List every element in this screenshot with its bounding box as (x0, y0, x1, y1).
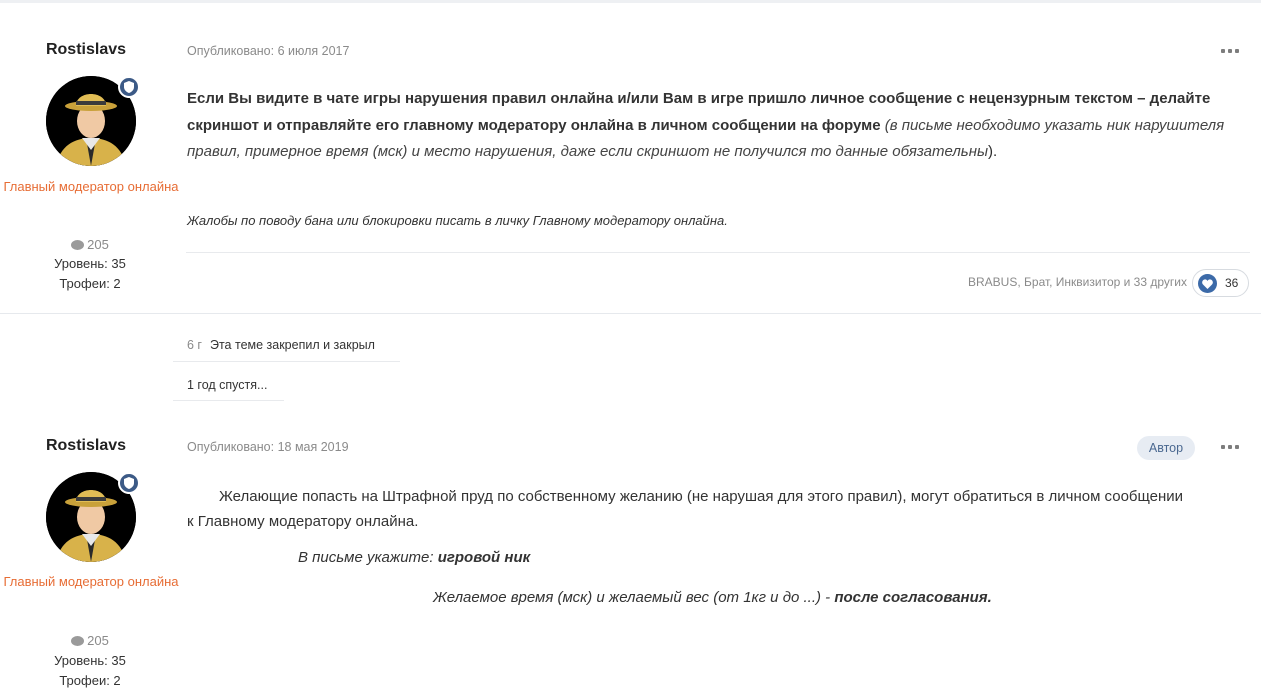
heart-icon (1198, 274, 1217, 293)
reaction-count: 36 (1225, 276, 1239, 290)
post-count: 205 (0, 237, 180, 252)
time-label: Желаемое время (мск) и желаемый вес (от … (433, 589, 835, 606)
event-time[interactable]: 6 г (187, 338, 202, 352)
post-content: Если Вы видите в чате игры нарушения пра… (187, 86, 1247, 166)
time-instruction: Желаемое время (мск) и желаемый вес (от … (433, 589, 992, 606)
comment-icon (71, 240, 85, 250)
post-count: 205 (0, 633, 180, 648)
post-closing-text: ). (988, 143, 998, 160)
event-time-gap: 1 год спустя... (187, 378, 268, 392)
event-divider (173, 361, 400, 362)
reaction-names[interactable]: BRABUS, Брат, Инквизитор и 33 других (968, 275, 1187, 289)
moderator-badge-icon (118, 76, 140, 98)
reaction-button[interactable]: 36 (1192, 269, 1249, 297)
moderator-badge-icon (118, 472, 140, 494)
post-2: Rostislavs Главный модератор онлайна 205… (0, 420, 1261, 696)
author-badge: Автор (1137, 436, 1195, 460)
avatar[interactable] (46, 472, 140, 562)
comment-icon (71, 636, 85, 646)
post-date[interactable]: Опубликовано: 6 июля 2017 (187, 44, 349, 58)
author-group: Главный модератор онлайна (3, 574, 179, 589)
event-text: Эта теме закрепил и закрыл (209, 338, 375, 352)
author-name[interactable]: Rostislavs (0, 41, 172, 59)
post-separator (0, 313, 1261, 314)
author-group: Главный модератор онлайна (3, 179, 179, 194)
post-divider (186, 252, 1250, 253)
post-date[interactable]: Опубликовано: 18 мая 2019 (187, 440, 349, 454)
author-level: Уровень: 35 (54, 256, 126, 271)
letter-label: В письме укажите: (298, 549, 438, 566)
post-intro: Желающие попасть на Штрафной пруд по соб… (187, 488, 1184, 530)
post-menu-icon[interactable] (1221, 442, 1241, 452)
event-divider (173, 400, 284, 401)
post-menu-icon[interactable] (1221, 46, 1241, 56)
letter-instruction: В письме укажите: игровой ник (298, 549, 530, 566)
time-value: после согласования. (834, 589, 992, 606)
author-level: Уровень: 35 (54, 653, 126, 668)
author-trophies[interactable]: Трофеи: 2 (0, 673, 180, 688)
avatar[interactable] (46, 76, 140, 166)
letter-value: игровой ник (437, 549, 531, 566)
author-trophies[interactable]: Трофеи: 2 (0, 276, 180, 291)
complaint-note: Жалобы по поводу бана или блокировки пис… (187, 213, 728, 228)
author-name[interactable]: Rostislavs (0, 437, 172, 455)
post-1: Rostislavs Главный модератор онлайна 205… (0, 3, 1261, 313)
event-pinned: 6 г Эта теме закрепил и закрыл (187, 338, 375, 352)
